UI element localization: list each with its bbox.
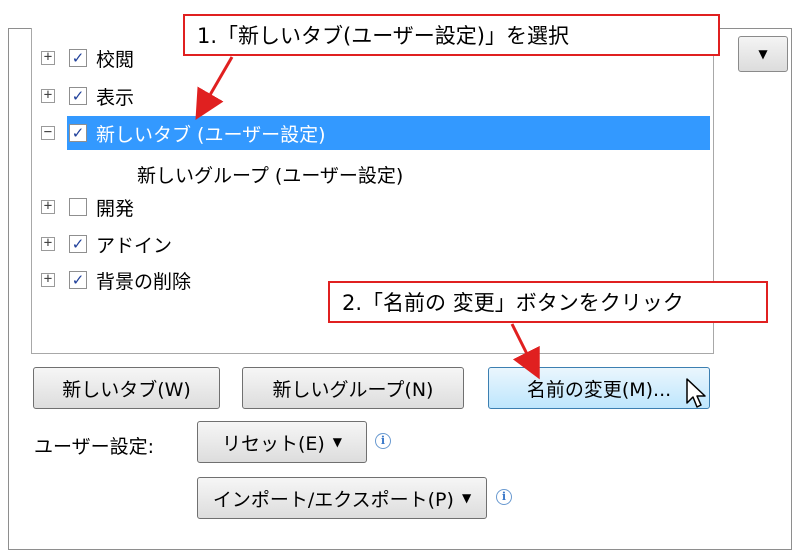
annotation-step1: 1.「新しいタブ(ユーザー設定)」を選択 xyxy=(183,14,720,56)
tree-item-label: アドイン xyxy=(96,234,173,257)
tree-item-new-tab[interactable]: − ✓ 新しいタブ (ユーザー設定) xyxy=(32,116,713,150)
tree-item-label: 背景の削除 xyxy=(96,270,192,293)
new-group-button[interactable]: 新しいグループ(N) xyxy=(242,367,464,409)
dropdown-arrow-icon: ▼ xyxy=(461,491,472,505)
info-icon: i xyxy=(496,489,512,505)
mouse-cursor-icon xyxy=(686,378,706,408)
rename-button[interactable]: 名前の変更(M)... xyxy=(488,367,710,409)
dropdown-arrow-icon: ▼ xyxy=(332,435,343,449)
tree-item-developer[interactable]: + 開発 xyxy=(32,190,713,224)
tab-checkbox[interactable]: ✓ xyxy=(69,235,87,253)
tab-checkbox[interactable]: ✓ xyxy=(69,271,87,289)
expand-icon[interactable]: + xyxy=(41,272,55,287)
reset-dropdown-button[interactable]: リセット(E) ▼ xyxy=(197,421,367,463)
tab-checkbox[interactable]: ✓ xyxy=(69,124,87,142)
tree-item-new-group[interactable]: 新しいグループ (ユーザー設定) xyxy=(32,157,713,191)
expand-icon[interactable]: + xyxy=(41,199,55,214)
top-dropdown-button[interactable]: ▼ xyxy=(738,36,788,72)
collapse-icon[interactable]: − xyxy=(41,125,55,140)
expand-icon[interactable]: + xyxy=(41,88,55,103)
annotation-step2: 2.「名前の 変更」ボタンをクリック xyxy=(328,281,768,323)
tree-item-label: 新しいタブ (ユーザー設定) xyxy=(96,123,326,146)
tab-checkbox[interactable]: ✓ xyxy=(69,87,87,105)
tree-item-label: 開発 xyxy=(96,197,135,220)
new-tab-button[interactable]: 新しいタブ(W) xyxy=(33,367,220,409)
info-icon: i xyxy=(375,433,391,449)
tree-item-addins[interactable]: + ✓ アドイン xyxy=(32,227,713,261)
expand-icon[interactable]: + xyxy=(41,50,55,65)
user-settings-label: ユーザー設定: xyxy=(34,436,155,458)
tree-item-view[interactable]: + ✓ 表示 xyxy=(32,79,713,113)
dropdown-arrow-icon: ▼ xyxy=(758,47,768,61)
tab-checkbox[interactable]: ✓ xyxy=(69,49,87,67)
import-export-button-label: インポート/エクスポート(P) xyxy=(212,488,454,511)
import-export-dropdown-button[interactable]: インポート/エクスポート(P) ▼ xyxy=(197,477,487,519)
reset-button-label: リセット(E) xyxy=(221,432,325,455)
tree-item-label: 新しいグループ (ユーザー設定) xyxy=(137,164,404,187)
tree-item-label: 表示 xyxy=(96,86,135,109)
expand-icon[interactable]: + xyxy=(41,236,55,251)
tab-checkbox[interactable] xyxy=(69,198,87,216)
tree-item-label: 校閲 xyxy=(96,48,135,71)
